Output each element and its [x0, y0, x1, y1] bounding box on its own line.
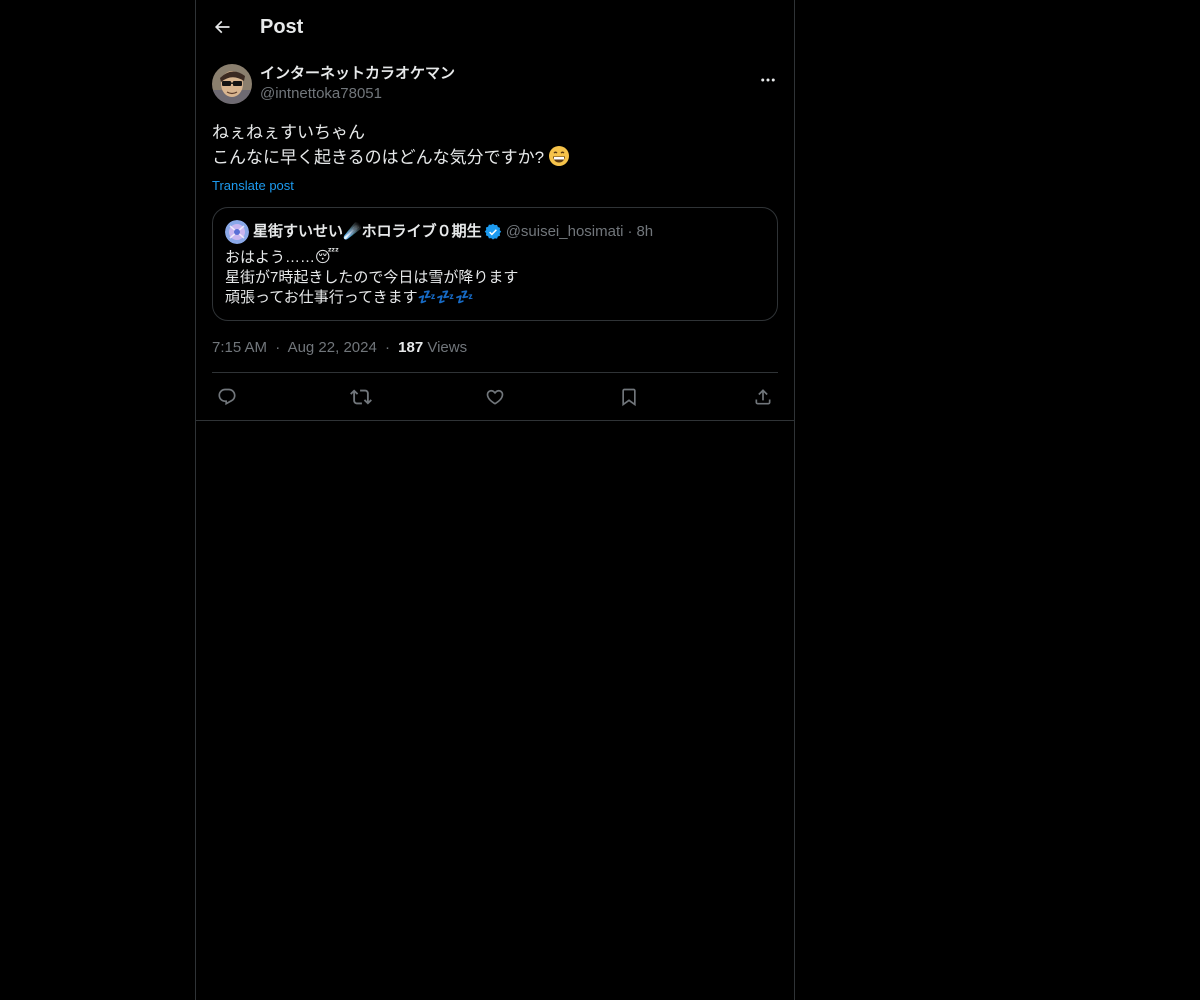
- post-text: ねぇねぇすいちゃん こんなに早く起きるのはどんな気分ですか?: [212, 120, 778, 174]
- separator-dot: ·: [627, 223, 633, 240]
- quoted-post-text: おはよう……😴 星街が7時起きしたので今日は雪が降ります 頑張ってお仕事行ってき…: [225, 248, 765, 308]
- back-button[interactable]: [204, 9, 240, 45]
- page-title: Post: [260, 15, 304, 38]
- verified-badge-icon: [484, 223, 502, 241]
- post-author-row: インターネットカラオケマン @intnettoka78051: [212, 64, 778, 104]
- views-label[interactable]: Views: [427, 339, 467, 356]
- like-button[interactable]: [484, 386, 506, 408]
- translate-post-link[interactable]: Translate post: [212, 178, 294, 193]
- arrow-left-icon: [214, 20, 230, 34]
- page-header: Post: [196, 0, 794, 54]
- primary-column: Post インターネットカラオケマン @intnettoka78051 ねぇねぇ…: [195, 0, 795, 1000]
- grinning-face-emoji: [548, 145, 570, 174]
- quoted-post[interactable]: 星街すいせい☄️ホロライブ０期生 @suisei_hosimati · 8h お…: [212, 207, 778, 321]
- author-display-name[interactable]: インターネットカラオケマン: [260, 64, 455, 84]
- post-time[interactable]: 7:15 AM: [212, 339, 267, 356]
- reply-icon: [218, 388, 236, 405]
- post-text-line: ねぇねぇすいちゃん: [212, 123, 365, 142]
- reply-button[interactable]: [216, 386, 238, 408]
- quoted-post-line: 頑張ってお仕事行ってきます💤💤💤: [225, 289, 474, 306]
- repost-icon: [350, 389, 372, 404]
- post-actions-bar: [196, 373, 794, 421]
- more-options-button[interactable]: [754, 66, 782, 94]
- quoted-post-time[interactable]: 8h: [636, 222, 653, 242]
- more-horizontal-icon: [761, 78, 775, 82]
- share-icon: [755, 388, 771, 404]
- quoted-author-handle[interactable]: @suisei_hosimati: [506, 222, 624, 242]
- separator-dot: ·: [275, 339, 281, 356]
- bookmark-button[interactable]: [618, 386, 640, 408]
- views-count[interactable]: 187: [398, 339, 423, 356]
- quoted-post-header: 星街すいせい☄️ホロライブ０期生 @suisei_hosimati · 8h: [225, 220, 765, 244]
- post-date[interactable]: Aug 22, 2024: [288, 339, 377, 356]
- quoted-author-avatar[interactable]: [225, 220, 249, 244]
- post: インターネットカラオケマン @intnettoka78051 ねぇねぇすいちゃん…: [196, 54, 794, 421]
- repost-button[interactable]: [350, 386, 372, 408]
- quoted-author-display-name[interactable]: 星街すいせい☄️ホロライブ０期生: [253, 222, 482, 242]
- share-button[interactable]: [752, 386, 774, 408]
- quoted-post-line: 星街が7時起きしたので今日は雪が降ります: [225, 269, 519, 286]
- author-avatar[interactable]: [212, 64, 252, 104]
- post-meta: 7:15 AM · Aug 22, 2024 · 187 Views: [212, 339, 778, 373]
- quoted-post-line: おはよう……😴: [225, 249, 340, 266]
- bookmark-icon: [622, 388, 636, 406]
- author-handle[interactable]: @intnettoka78051: [260, 84, 455, 104]
- author-info: インターネットカラオケマン @intnettoka78051: [260, 64, 455, 104]
- separator-dot: ·: [384, 339, 390, 356]
- post-text-line: こんなに早く起きるのはどんな気分ですか?: [212, 148, 545, 167]
- heart-icon: [486, 389, 504, 405]
